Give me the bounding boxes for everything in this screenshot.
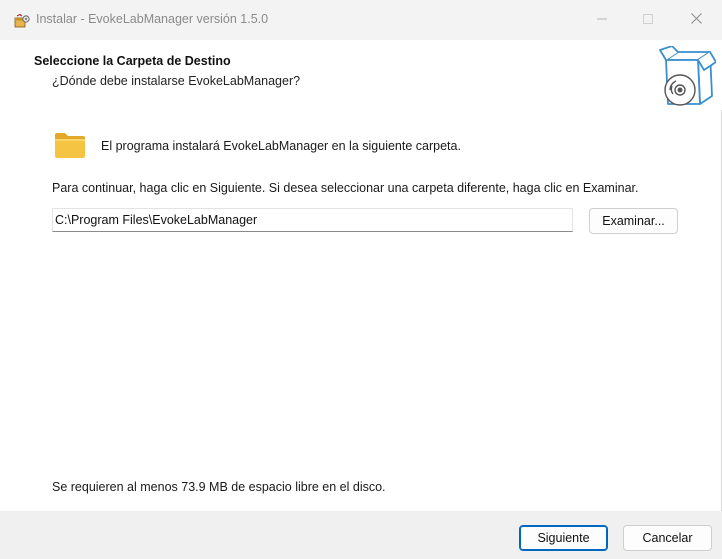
next-button[interactable]: Siguiente xyxy=(519,525,608,551)
box-with-disc-icon xyxy=(658,45,717,108)
title-bar[interactable]: Instalar - EvokeLabManager versión 1.5.0 xyxy=(0,0,722,40)
cancel-button[interactable]: Cancelar xyxy=(623,525,712,551)
installer-app-icon xyxy=(14,13,30,28)
disk-space-text: Se requieren al menos 73.9 MB de espacio… xyxy=(52,480,386,494)
browse-button[interactable]: Examinar... xyxy=(589,208,678,234)
minimize-icon xyxy=(597,13,607,27)
maximize-icon xyxy=(643,13,653,27)
destination-path-input[interactable] xyxy=(52,208,573,232)
window-title: Instalar - EvokeLabManager versión 1.5.0 xyxy=(36,12,269,26)
installer-window: Instalar - EvokeLabManager versión 1.5.0… xyxy=(0,0,722,559)
folder-icon xyxy=(54,131,86,159)
button-bar xyxy=(0,511,722,559)
maximize-button[interactable] xyxy=(625,0,671,40)
page-header: Seleccione la Carpeta de Destino ¿Dónde … xyxy=(0,40,722,110)
instructions-text: Para continuar, haga clic en Siguiente. … xyxy=(52,181,639,195)
minimize-button[interactable] xyxy=(579,0,625,40)
close-icon xyxy=(690,13,702,27)
close-button[interactable] xyxy=(673,0,719,40)
destination-info-text: El programa instalará EvokeLabManager en… xyxy=(101,139,461,153)
page-title: Seleccione la Carpeta de Destino xyxy=(34,54,231,68)
page-subtitle: ¿Dónde debe instalarse EvokeLabManager? xyxy=(52,74,301,88)
